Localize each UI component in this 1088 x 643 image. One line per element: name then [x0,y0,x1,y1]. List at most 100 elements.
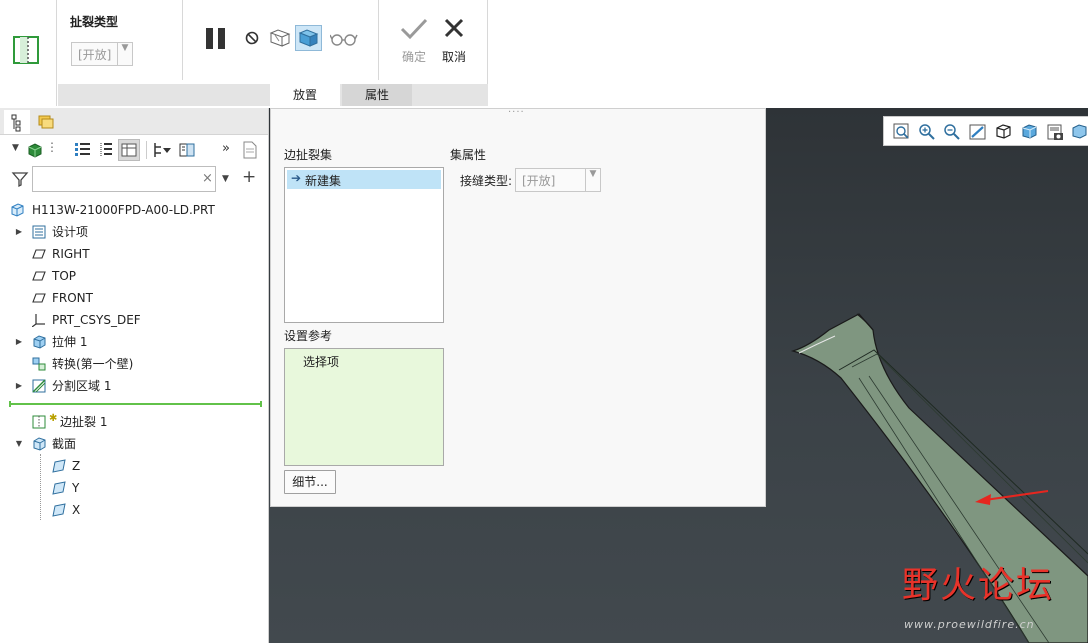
tab-placement[interactable]: 放置 [270,84,340,106]
edge-tear-sets-list[interactable]: ➔ 新建集 [284,167,444,323]
tree-item-top-plane[interactable]: TOP [0,265,268,287]
datum-display-icon[interactable] [1070,122,1088,142]
datum-plane-icon [32,271,46,281]
tree-item-split-area[interactable]: ▶ 分割区域 1 [0,375,268,397]
seam-type-label: 接缝类型: [460,174,513,188]
view-toolbar [883,116,1088,146]
toolbar-separator [146,141,147,159]
datum-plane-icon [32,293,46,303]
details-button-label: 细节... [292,475,328,489]
expand-arrow-icon[interactable]: ▶ [14,221,24,243]
more-options-icon[interactable]: ⋮ [46,140,58,154]
list-item-new-set[interactable]: ➔ 新建集 [287,170,441,189]
expand-arrow-icon[interactable]: ▶ [14,331,24,353]
tree-item-csys[interactable]: PRT_CSYS_DEF [0,309,268,331]
seam-type-dropdown[interactable]: [开放] ▼ [515,168,601,192]
tree-item-section-x[interactable]: X [0,499,268,521]
repaint-icon[interactable] [968,122,988,142]
checkmark-icon [400,18,428,40]
section-plane-icon [52,503,66,517]
add-filter-icon[interactable]: + [242,167,256,187]
edge-rip-icon [32,415,46,429]
insert-indicator-end [260,401,262,407]
view-manager-icon[interactable] [1045,122,1065,142]
cancel-button[interactable]: 取消 [436,14,472,66]
edge-tear-sets-label: 边扯裂集 [284,148,333,162]
collapse-arrow-icon[interactable]: ▼ [14,433,24,455]
filter-icon[interactable] [11,170,29,188]
show-icon[interactable] [26,141,44,159]
zoom-in-icon[interactable] [917,122,937,142]
tear-type-label: 扯裂类型 [70,15,119,29]
chevron-down-icon[interactable]: ▼ [12,143,19,153]
tree-item-right-plane[interactable]: RIGHT [0,243,268,265]
verify-mode-icon[interactable] [295,25,322,51]
tree-list-icon[interactable] [74,141,92,159]
references-label: 设置参考 [284,329,333,343]
watermark-logo: 野火论坛 www.proewildfire.cn [900,566,1086,636]
saved-orientations-icon[interactable] [994,122,1014,142]
tree-item-label: 分割区域 1 [52,379,112,393]
tree-item-root-part[interactable]: H113W-21000FPD-A00-LD.PRT [0,199,268,221]
tree-item-label: 拉伸 1 [52,335,88,349]
clear-search-icon[interactable]: × [202,171,213,186]
expand-toolbar-icon[interactable]: » [222,141,230,156]
expand-arrow-icon[interactable]: ▶ [14,375,24,397]
tree-item-conversion[interactable]: 转换(第一个壁) [0,353,268,375]
tree-item-section-z[interactable]: Z [0,455,268,477]
tree-item-label: 设计项 [52,225,89,239]
seam-type-value: [开放] [522,174,556,188]
confirm-label: 确定 [401,50,426,64]
tree-item-label: 边扯裂 1 [60,415,108,429]
tree-item-front-plane[interactable]: FRONT [0,287,268,309]
part-icon [11,203,24,217]
tree-item-label: Y [72,481,80,495]
preview-geometry-icon[interactable] [268,27,292,49]
folder-browser-tab-icon[interactable] [36,112,56,132]
no-preview-icon[interactable] [244,30,260,46]
tree-item-edge-rip[interactable]: ✱ 边扯裂 1 [0,411,268,433]
new-set-label: 新建集 [305,174,342,188]
details-button[interactable]: 细节... [284,470,336,494]
tree-settings-icon[interactable] [178,141,196,159]
tree-item-label: PRT_CSYS_DEF [52,313,141,327]
chevron-down-icon: ▼ [585,169,600,191]
tear-type-value: [开放] [78,48,112,62]
tree-item-design-items[interactable]: ▶ 设计项 [0,221,268,243]
tear-type-dropdown[interactable]: [开放] ▼ [71,42,133,66]
tree-item-section[interactable]: ▼ 截面 [0,433,268,455]
chevron-down-icon[interactable]: ▼ [222,174,229,184]
tree-display-icon[interactable] [118,139,140,161]
set-properties-label: 集属性 [450,148,487,162]
glasses-icon[interactable] [329,30,358,48]
new-feature-mark-icon: ✱ [49,413,58,424]
document-icon[interactable] [242,141,258,159]
section-icon [33,437,46,451]
extrude-icon [33,335,46,349]
display-style-icon[interactable] [1020,122,1040,142]
tree-item-label: FRONT [52,291,93,305]
tree-item-label: TOP [52,269,77,283]
confirm-button[interactable]: 确定 [396,14,432,66]
insert-indicator[interactable] [10,403,262,405]
section-plane-icon [52,459,66,473]
pause-button[interactable] [202,26,232,52]
references-collector[interactable]: 选择项 [284,348,444,466]
tree-item-section-y[interactable]: Y [0,477,268,499]
tree-columns-icon[interactable] [98,141,114,159]
close-icon [444,18,464,38]
zoom-out-icon[interactable] [942,122,962,142]
tree-item-extrude[interactable]: ▶ 拉伸 1 [0,331,268,353]
select-item-label: 选择项 [303,355,340,369]
tree-item-label: H113W-21000FPD-A00-LD.PRT [32,203,215,217]
datum-plane-icon [32,249,46,259]
arrow-right-icon: ➔ [291,171,302,185]
filter-settings-icon[interactable] [152,141,172,159]
model-tree-tab-icon[interactable] [4,110,30,134]
refit-icon[interactable] [892,122,912,142]
drag-handle[interactable]: ···· [508,108,528,119]
insert-indicator-end [9,401,11,407]
tree-search-input[interactable] [32,166,216,192]
tab-properties[interactable]: 属性 [342,84,412,106]
tree-item-label: Z [72,459,81,473]
